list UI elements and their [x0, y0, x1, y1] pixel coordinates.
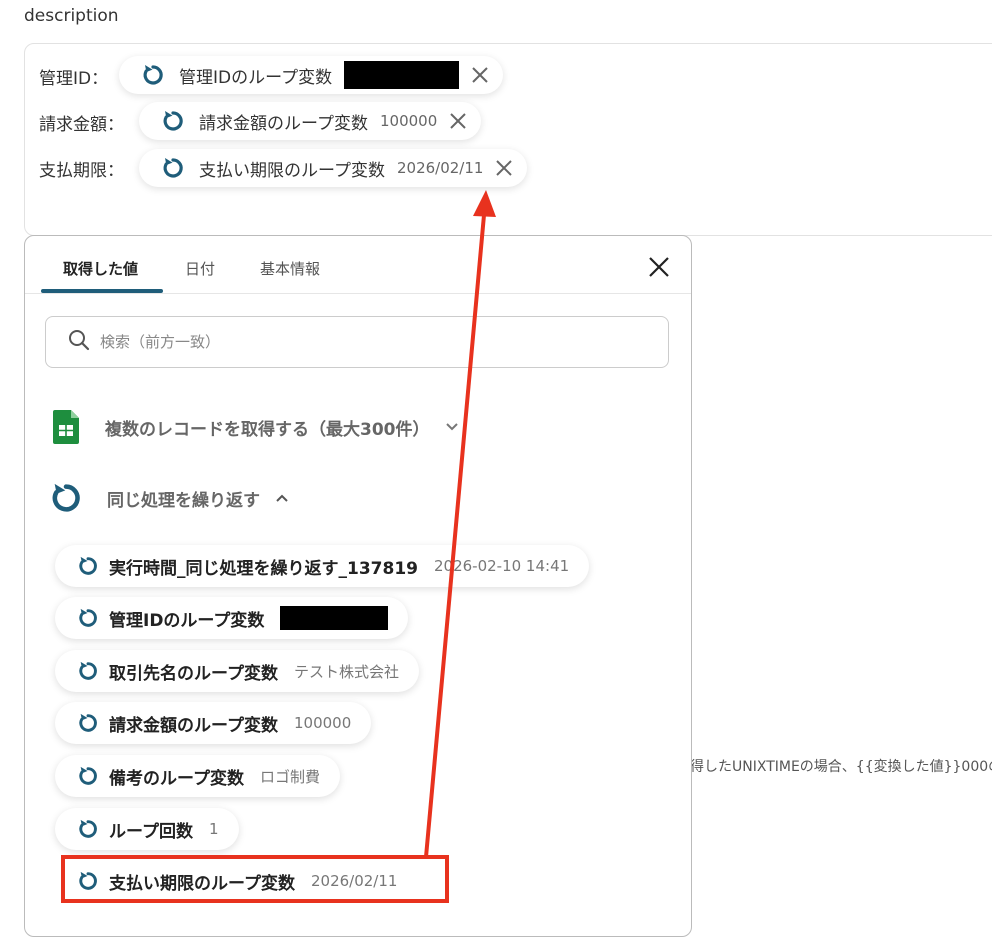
- item-name: 実行時間_同じ処理を繰り返す_137819: [109, 558, 418, 579]
- chevron-up-icon: [274, 490, 290, 506]
- google-sheets-icon: [53, 410, 79, 444]
- loop-icon: [77, 607, 99, 629]
- list-item[interactable]: 取引先名のループ変数 テスト株式会社: [55, 650, 419, 692]
- token-name: 請求金額のループ変数: [199, 113, 368, 134]
- tab-divider: [25, 293, 691, 294]
- token-name: 管理IDのループ変数: [179, 67, 333, 88]
- item-name: 取引先名のループ変数: [109, 663, 278, 684]
- loop-icon: [161, 156, 185, 180]
- row-label-due: 支払期限：: [39, 161, 124, 181]
- section-loop[interactable]: 同じ処理を繰り返す: [49, 481, 290, 515]
- section-label: 同じ処理を繰り返す: [107, 490, 260, 511]
- list-item[interactable]: 請求金額のループ変数 100000: [55, 702, 372, 744]
- remove-token-icon[interactable]: [447, 110, 469, 132]
- tab-basic-info[interactable]: 基本情報: [260, 258, 320, 279]
- token-value: 2026/02/11: [396, 159, 484, 177]
- loop-icon: [77, 712, 99, 734]
- loop-icon: [77, 660, 99, 682]
- item-value: 2026-02-10 14:41: [433, 557, 570, 575]
- loop-icon: [49, 481, 83, 515]
- tab-retrieved-values[interactable]: 取得した値: [63, 258, 138, 279]
- loop-icon: [77, 765, 99, 787]
- token-value: 100000: [379, 112, 438, 130]
- close-icon[interactable]: [647, 255, 671, 279]
- list-item[interactable]: 実行時間_同じ処理を繰り返す_137819 2026-02-10 14:41: [55, 545, 590, 587]
- token-name: 支払い期限のループ変数: [199, 160, 385, 181]
- item-name: ループ回数: [109, 821, 193, 842]
- row-label-id: 管理ID：: [39, 69, 109, 89]
- token-pill-due[interactable]: 支払い期限のループ変数 2026/02/11: [139, 149, 528, 187]
- loop-icon: [77, 555, 99, 577]
- list-item[interactable]: 管理IDのループ変数: [55, 597, 409, 639]
- token-pill-amount[interactable]: 請求金額のループ変数 100000: [139, 102, 482, 140]
- search-input[interactable]: [98, 332, 642, 352]
- section-label: 複数のレコードを取得する（最大300件）: [105, 419, 430, 440]
- token-pill-id[interactable]: 管理IDのループ変数: [119, 56, 504, 94]
- search-icon: [68, 329, 90, 355]
- section-get-records[interactable]: 複数のレコードを取得する（最大300件）: [53, 410, 460, 444]
- item-value: テスト株式会社: [293, 662, 399, 681]
- loop-icon: [161, 109, 185, 133]
- description-field[interactable]: 管理ID： 請求金額： 支払期限： 管理IDのループ変数 請求金額のループ変数 …: [24, 43, 992, 236]
- loop-icon: [141, 63, 165, 87]
- item-value: 1: [208, 820, 219, 838]
- loop-icon: [77, 818, 99, 840]
- list-item[interactable]: ループ回数 1: [55, 808, 239, 850]
- annotation-highlight-box: [61, 855, 449, 903]
- item-name: 管理IDのループ変数: [109, 610, 265, 631]
- redacted-value: [344, 61, 460, 89]
- list-item[interactable]: 備考のループ変数 ロゴ制費: [55, 755, 340, 797]
- remove-token-icon[interactable]: [469, 64, 491, 86]
- item-name: 備考のループ変数: [109, 768, 244, 789]
- row-label-amount: 請求金額：: [39, 115, 124, 135]
- field-label: description: [24, 6, 119, 26]
- remove-token-icon[interactable]: [493, 157, 515, 179]
- background-help-text: 得したUNIXTIMEの場合、{{変換した値}}000の: [690, 759, 992, 775]
- redacted-value: [280, 606, 389, 630]
- item-value: ロゴ制費: [259, 767, 320, 786]
- item-name: 請求金額のループ変数: [109, 715, 278, 736]
- item-value: 100000: [293, 714, 352, 732]
- tab-date[interactable]: 日付: [185, 258, 215, 279]
- chevron-down-icon: [444, 419, 460, 435]
- search-box[interactable]: [45, 316, 669, 368]
